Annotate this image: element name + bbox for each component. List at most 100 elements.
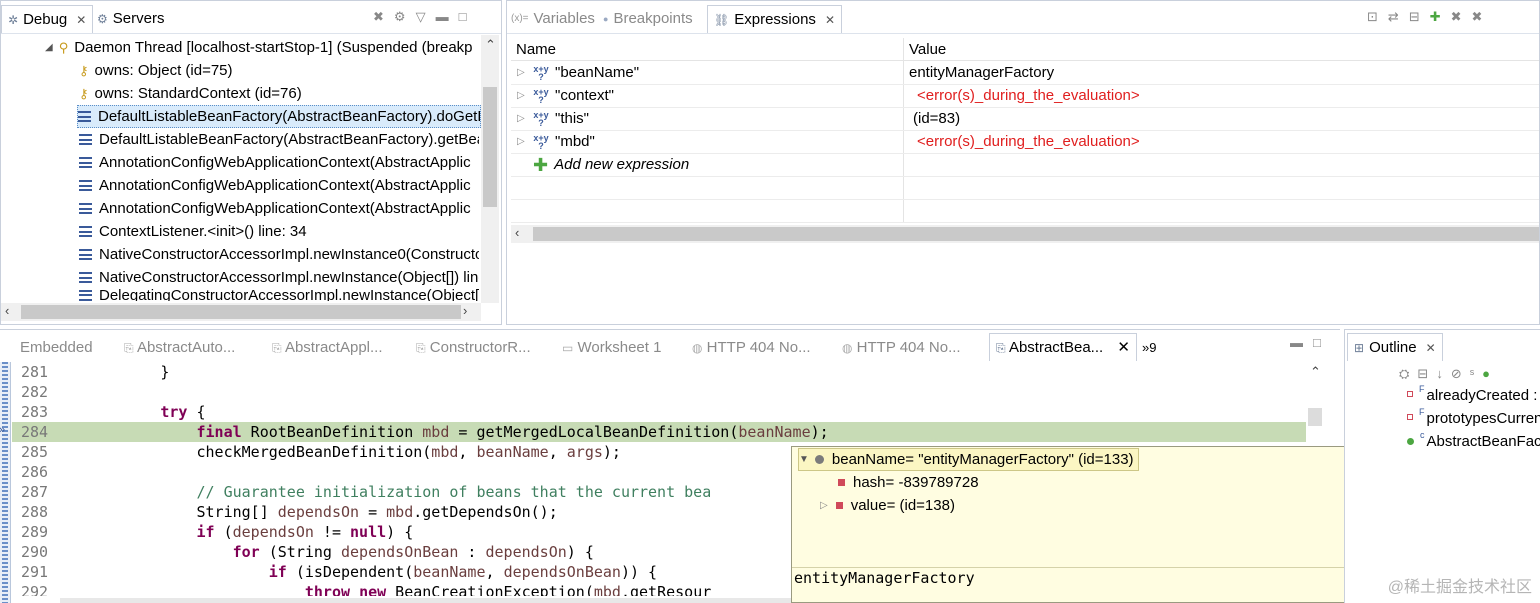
scrollbar-thumb[interactable] — [1308, 408, 1322, 426]
code-line[interactable]: 282 — [12, 382, 1312, 402]
view-menu-icon[interactable]: ▽ — [416, 9, 426, 25]
tab-overflow-button[interactable]: »9 — [1142, 336, 1156, 360]
maximize-icon[interactable]: □ — [459, 9, 467, 25]
minimize-icon[interactable]: ▬ — [436, 9, 449, 25]
editor-tab[interactable]: ⎘ ConstructorR... — [416, 336, 531, 360]
expression-value: (id=83) — [913, 110, 961, 127]
servers-icon: ⚙ — [97, 12, 108, 26]
stack-frame[interactable]: AnnotationConfigWebApplicationContext(Ab… — [79, 174, 479, 197]
stack-frame[interactable]: DefaultListableBeanFactory(AbstractBeanF… — [79, 128, 479, 151]
collapse-arrow-icon[interactable]: ▼ — [799, 448, 809, 471]
stack-frame-selected[interactable]: DefaultListableBeanFactory(AbstractBeanF… — [77, 105, 481, 128]
scrollbar-thumb[interactable] — [533, 227, 1539, 241]
remove-terminated-icon[interactable]: ✖ — [373, 9, 384, 25]
hide-fields-icon[interactable]: ⛭ — [1399, 366, 1409, 382]
scroll-left-icon[interactable]: ‹ — [515, 225, 519, 240]
add-new-expression-row[interactable]: ✚ Add new expression — [511, 154, 1539, 177]
maximize-icon[interactable]: □ — [1313, 335, 1321, 350]
debug-horizontal-scrollbar[interactable]: ‹ › — [1, 303, 481, 321]
lock-row[interactable]: ⚷ owns: Object (id=75) — [79, 59, 479, 82]
stack-frame-icon — [79, 203, 92, 214]
debug-vertical-scrollbar[interactable]: ⌃ — [481, 35, 499, 303]
outline-view: ⊞ Outline ✕ ⛭ ⊟ ↓ ⊘ ˢ ● F alreadyCreated… — [1344, 329, 1540, 603]
debug-tabbar: ✲ Debug ✕ ⚙ Servers ✖ ⚙ ▽ ▬ □ — [1, 1, 501, 34]
thread-suspended-icon: ⚲ — [58, 40, 69, 55]
tab-expressions[interactable]: ⛓ Expressions ✕ — [707, 5, 842, 33]
tab-servers[interactable]: ⚙ Servers — [97, 5, 164, 33]
globe-icon: ◍ — [692, 341, 703, 355]
breakpoints-icon: ● — [603, 14, 609, 24]
outline-item[interactable]: F alreadyCreated : — [1407, 384, 1537, 407]
tab-debug[interactable]: ✲ Debug ✕ — [1, 5, 94, 34]
expression-row[interactable]: ▷ x+y? "this" (id=83) — [511, 108, 1539, 131]
minimize-icon[interactable]: ▬ — [1290, 335, 1303, 350]
watch-expression-icon: x+y? — [533, 87, 549, 105]
column-header-name[interactable]: Name — [516, 41, 556, 58]
close-icon[interactable]: ✕ — [825, 6, 835, 34]
outline-item[interactable]: c AbstractBeanFac — [1407, 430, 1540, 453]
close-icon[interactable]: ✕ — [1117, 339, 1130, 356]
remove-expression-icon[interactable]: ✖ — [1451, 9, 1462, 25]
expression-detail-pane[interactable] — [507, 244, 1539, 324]
show-type-names-icon[interactable]: ⊡ — [1367, 9, 1378, 25]
tab-breakpoints[interactable]: ● Breakpoints — [603, 5, 693, 33]
tab-variables[interactable]: (x)= Variables — [511, 5, 595, 33]
stack-frame[interactable]: DelegatingConstructorAccessorImpl.newIns… — [79, 289, 479, 301]
code-line[interactable]: 283 try { — [12, 402, 1312, 422]
hide-local-types-icon[interactable]: ● — [1482, 366, 1490, 382]
close-icon[interactable]: ✕ — [1426, 334, 1436, 362]
expression-row[interactable]: ▷ x+y? "beanName" entityManagerFactory — [511, 62, 1539, 85]
editor-tab[interactable]: ▭ Worksheet 1 — [562, 336, 661, 360]
expressions-horizontal-scrollbar[interactable]: ‹ — [511, 225, 1539, 243]
lock-key-icon: ⚷ — [79, 63, 89, 78]
editor-tab-active[interactable]: ⎘ AbstractBea... ✕ — [989, 333, 1137, 361]
show-logical-structure-icon[interactable]: ⇄ — [1388, 9, 1399, 25]
scroll-up-icon[interactable]: ⌃ — [485, 37, 496, 53]
column-header-value[interactable]: Value — [909, 41, 946, 58]
expand-arrow-icon[interactable]: ▷ — [517, 131, 527, 153]
stack-frame[interactable]: AnnotationConfigWebApplicationContext(Ab… — [79, 197, 479, 220]
tab-outline[interactable]: ⊞ Outline ✕ — [1347, 333, 1443, 361]
close-icon[interactable]: ✕ — [76, 6, 86, 34]
outline-item[interactable]: F prototypesCurren — [1407, 407, 1540, 430]
editor-tab[interactable]: ◍ HTTP 404 No... — [842, 336, 961, 360]
thread-filter-icon[interactable]: ⚙ — [394, 9, 406, 25]
expand-arrow-icon[interactable]: ▷ — [517, 62, 527, 84]
hover-root-node[interactable]: ▼ beanName= "entityManagerFactory" (id=1… — [798, 448, 1139, 471]
expression-row[interactable]: ▷ x+y? "mbd" <error(s)_during_the_evalua… — [511, 131, 1539, 154]
code-line[interactable]: 281 } — [12, 362, 1312, 382]
sort-icon[interactable]: ↓ — [1436, 366, 1443, 382]
collapse-all-icon[interactable]: ⊟ — [1409, 9, 1420, 25]
editor-tabbar: Embedded ⎘ AbstractAuto... ⎘ AbstractApp… — [0, 330, 1340, 362]
hover-child-node[interactable]: hash= -839789728 — [838, 471, 979, 494]
hide-nonpublic-icon[interactable]: ˢ — [1470, 366, 1474, 382]
editor-horizontal-scrollbar[interactable] — [60, 598, 800, 603]
stack-frame-icon — [79, 226, 92, 237]
expand-arrow-icon[interactable]: ▷ — [820, 494, 828, 517]
editor-tab[interactable]: ⎘ AbstractAppl... — [272, 336, 383, 360]
scrollbar-thumb[interactable] — [483, 87, 497, 207]
scrollbar-thumb[interactable] — [21, 305, 461, 319]
java-class-icon: ⎘ — [416, 341, 426, 355]
hide-static-icon[interactable]: ⊘ — [1451, 366, 1462, 382]
add-expression-icon[interactable]: ✚ — [1430, 9, 1441, 25]
remove-all-icon[interactable]: ✖ — [1472, 9, 1483, 25]
editor-tab[interactable]: ⎘ AbstractAuto... — [124, 336, 235, 360]
expand-arrow-icon[interactable]: ▷ — [517, 108, 527, 130]
collapse-arrow-icon[interactable]: ◢ — [45, 36, 53, 59]
code-line-current[interactable]: 284 final RootBeanDefinition mbd = getMe… — [12, 422, 1312, 442]
stack-frame[interactable]: NativeConstructorAccessorImpl.newInstanc… — [79, 266, 479, 289]
editor-tab[interactable]: Embedded — [20, 336, 93, 360]
scroll-left-icon[interactable]: ‹ — [5, 303, 9, 318]
stack-frame[interactable]: AnnotationConfigWebApplicationContext(Ab… — [79, 151, 479, 174]
scroll-up-icon[interactable]: ⌃ — [1310, 364, 1321, 380]
stack-frame[interactable]: NativeConstructorAccessorImpl.newInstanc… — [79, 243, 479, 266]
scroll-right-icon[interactable]: › — [463, 303, 467, 318]
expression-row[interactable]: ▷ x+y? "context" <error(s)_during_the_ev… — [511, 85, 1539, 108]
lock-row[interactable]: ⚷ owns: StandardContext (id=76) — [79, 82, 479, 105]
expand-arrow-icon[interactable]: ▷ — [517, 85, 527, 107]
thread-node[interactable]: ◢ ⚲ Daemon Thread [localhost-startStop-1… — [45, 36, 481, 59]
hover-child-node[interactable]: ▷ value= (id=138) — [820, 494, 955, 517]
editor-tab[interactable]: ◍ HTTP 404 No... — [692, 336, 811, 360]
stack-frame[interactable]: ContextListener.<init>() line: 34 — [79, 220, 479, 243]
